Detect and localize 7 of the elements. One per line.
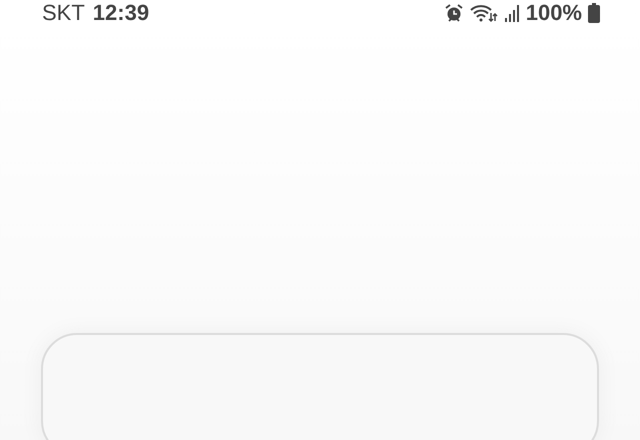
battery-percent: 100%: [526, 0, 582, 26]
carrier-name: SKT: [42, 0, 85, 26]
clock-time: 12:39: [92, 0, 150, 26]
signal-icon: [504, 4, 520, 22]
wifi-icon: [470, 3, 498, 23]
battery-icon: [588, 3, 600, 23]
alarm-clock-icon: [444, 3, 464, 23]
